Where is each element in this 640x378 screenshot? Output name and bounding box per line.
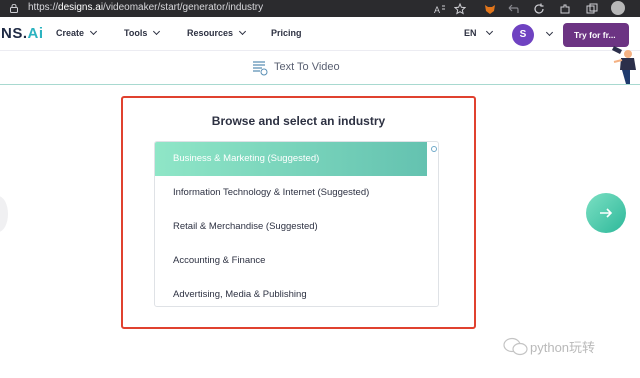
- user-avatar[interactable]: S: [512, 24, 534, 46]
- nav-pricing-label: Pricing: [271, 28, 302, 38]
- logo-accent: Ai: [27, 25, 44, 42]
- browser-profile-avatar[interactable]: [611, 1, 625, 15]
- language-selector[interactable]: EN: [464, 27, 493, 38]
- next-arrow-button[interactable]: [586, 193, 626, 233]
- industry-list[interactable]: Business & Marketing (Suggested) Informa…: [154, 141, 439, 307]
- mode-label: Text To Video: [274, 61, 340, 73]
- chevron-down-icon: [89, 27, 98, 36]
- logo-main: NS.: [1, 25, 28, 42]
- site-navbar: NS.Ai Create Tools Resources Pricing EN …: [0, 17, 640, 51]
- list-item[interactable]: Accounting & Finance: [155, 244, 427, 278]
- back-icon[interactable]: [507, 3, 519, 15]
- nav-create[interactable]: Create: [56, 27, 98, 38]
- text-lines-icon: [253, 61, 268, 76]
- url-path: /videomaker/start/generator/industry: [103, 2, 264, 13]
- arrow-right-icon: [600, 208, 613, 218]
- watermark-text: python玩转: [530, 340, 596, 355]
- chevron-down-icon: [153, 27, 161, 36]
- previous-arrow-button[interactable]: [0, 196, 8, 232]
- picker-title: Browse and select an industry: [211, 114, 386, 128]
- lock-icon: [10, 4, 18, 13]
- nav-create-label: Create: [56, 28, 85, 38]
- nav-resources-label: Resources: [187, 28, 234, 38]
- collections-icon[interactable]: [586, 3, 598, 15]
- browser-address-bar: https://designs.ai/videomaker/start/gene…: [0, 0, 640, 17]
- language-label: EN: [464, 28, 477, 38]
- url-text[interactable]: https://designs.ai/videomaker/start/gene…: [28, 2, 263, 13]
- chevron-down-icon: [485, 27, 493, 36]
- nav-pricing[interactable]: Pricing: [271, 28, 302, 38]
- mascot-illustration: [612, 46, 636, 84]
- chevron-down-icon[interactable]: [545, 28, 554, 37]
- chevron-down-icon: [238, 27, 247, 36]
- url-domain: designs.ai: [58, 2, 104, 13]
- extensions-icon[interactable]: [559, 3, 571, 15]
- list-item[interactable]: Information Technology & Internet (Sugge…: [155, 176, 427, 210]
- site-logo[interactable]: NS.Ai: [1, 25, 44, 42]
- list-item[interactable]: Retail & Merchandise (Suggested): [155, 210, 427, 244]
- nav-tools-label: Tools: [124, 28, 148, 38]
- wechat-icon: [503, 337, 528, 356]
- favorite-star-icon[interactable]: [454, 3, 466, 15]
- nav-tools[interactable]: Tools: [124, 27, 161, 38]
- scrollbar-handle[interactable]: [431, 146, 437, 152]
- extension-fox-icon[interactable]: [484, 3, 496, 15]
- url-prefix: https://: [28, 2, 59, 13]
- list-item[interactable]: Advertising, Media & Publishing: [155, 278, 427, 306]
- svg-text:A: A: [434, 5, 440, 15]
- nav-resources[interactable]: Resources: [187, 27, 247, 38]
- list-item-selected[interactable]: Business & Marketing (Suggested): [155, 142, 427, 176]
- read-aloud-icon[interactable]: A: [434, 3, 446, 15]
- refresh-icon[interactable]: [533, 3, 545, 15]
